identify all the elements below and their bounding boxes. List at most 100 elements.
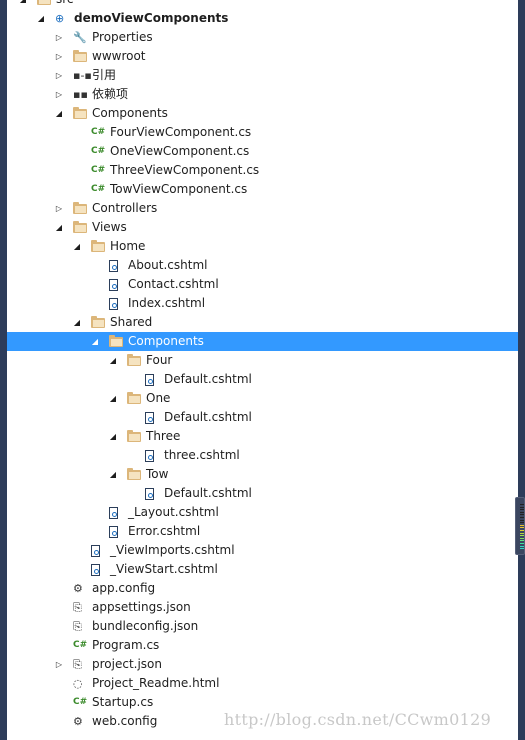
collapse-arrow-icon[interactable]: ◢ bbox=[36, 9, 46, 28]
tree-item-label: _Layout.cshtml bbox=[128, 505, 219, 519]
tree-item[interactable]: ◢ Four bbox=[7, 351, 518, 370]
expand-arrow-icon[interactable]: ▷ bbox=[54, 199, 64, 218]
tree-item-label: Views bbox=[92, 220, 127, 234]
scrollbar-map-mark bbox=[520, 535, 524, 537]
tree-item[interactable]: ◢ Shared bbox=[7, 313, 518, 332]
tree-item-label: bundleconfig.json bbox=[92, 619, 199, 633]
collapse-arrow-icon[interactable]: ◢ bbox=[90, 332, 100, 351]
tree-item[interactable]: _ViewImports.cshtml bbox=[7, 541, 518, 560]
tree-item-label: Default.cshtml bbox=[164, 372, 252, 386]
collapse-arrow-icon[interactable]: ◢ bbox=[54, 218, 64, 237]
collapse-arrow-icon[interactable]: ◢ bbox=[108, 351, 118, 370]
folder-icon bbox=[109, 335, 123, 347]
scrollbar-thumb[interactable] bbox=[515, 497, 525, 555]
tree-item-label: wwwroot bbox=[92, 49, 146, 63]
tree-item[interactable]: ▷ Controllers bbox=[7, 199, 518, 218]
window-frame-left bbox=[0, 0, 7, 740]
tree-item-label: Default.cshtml bbox=[164, 486, 252, 500]
folder-icon bbox=[73, 202, 87, 214]
collapse-arrow-icon[interactable]: ◢ bbox=[72, 313, 82, 332]
tree-item[interactable]: Default.cshtml bbox=[7, 408, 518, 427]
tree-item[interactable]: ◢ Three bbox=[7, 427, 518, 446]
tree-item[interactable]: ◌ Project_Readme.html bbox=[7, 674, 518, 693]
razor-file-icon bbox=[145, 412, 154, 424]
tree-item[interactable]: Error.cshtml bbox=[7, 522, 518, 541]
folder-icon bbox=[73, 221, 87, 233]
scrollbar-map-mark bbox=[520, 519, 524, 521]
tree-item[interactable]: C# OneViewComponent.cs bbox=[7, 142, 518, 161]
tree-item[interactable]: ◢ ⊕ demoViewComponents bbox=[7, 9, 518, 28]
tree-item-label: web.config bbox=[92, 714, 158, 728]
solution-explorer-tree[interactable]: ◢ src ◢ ⊕ demoViewComponents ▷ 🔧 Properties ▷ www… bbox=[7, 0, 518, 731]
tree-item[interactable]: ◢ src bbox=[7, 0, 518, 9]
tree-item[interactable]: ▷ ▪-▪ 引用 bbox=[7, 66, 518, 85]
scrollbar-map-mark bbox=[520, 522, 524, 524]
csharp-file-icon: C# bbox=[91, 165, 106, 175]
collapse-arrow-icon[interactable]: ◢ bbox=[72, 237, 82, 256]
watermark: http://blog.csdn.net/CCwm0129 bbox=[224, 710, 492, 729]
tree-item[interactable]: ▷ wwwroot bbox=[7, 47, 518, 66]
tree-item[interactable]: About.cshtml bbox=[7, 256, 518, 275]
collapse-arrow-icon[interactable]: ◢ bbox=[54, 104, 64, 123]
collapse-arrow-icon[interactable]: ◢ bbox=[108, 427, 118, 446]
folder-icon bbox=[127, 468, 141, 480]
scrollbar-map-mark bbox=[520, 543, 524, 544]
tree-item-label: FourViewComponent.cs bbox=[110, 125, 252, 139]
tree-item[interactable]: ⎘ appsettings.json bbox=[7, 598, 518, 617]
tree-item-label: OneViewComponent.cs bbox=[110, 144, 250, 158]
wrench-icon: 🔧 bbox=[73, 31, 87, 44]
tree-item[interactable]: ◢ Home bbox=[7, 237, 518, 256]
scrollbar-map-mark bbox=[520, 514, 524, 516]
tree-item[interactable]: _Layout.cshtml bbox=[7, 503, 518, 522]
expand-arrow-icon[interactable]: ▷ bbox=[54, 66, 64, 85]
folder-icon bbox=[127, 354, 141, 366]
tree-item[interactable]: Default.cshtml bbox=[7, 370, 518, 389]
tree-item[interactable]: Contact.cshtml bbox=[7, 275, 518, 294]
tree-item[interactable]: C# TowViewComponent.cs bbox=[7, 180, 518, 199]
html-file-icon: ◌ bbox=[73, 677, 83, 690]
globe-folder-icon bbox=[73, 50, 87, 62]
tree-item-label: Home bbox=[110, 239, 146, 253]
folder-icon bbox=[127, 430, 141, 442]
tree-item-label: 引用 bbox=[92, 68, 117, 82]
tree-item[interactable]: ◢ One bbox=[7, 389, 518, 408]
scrollbar-map-mark bbox=[520, 537, 524, 539]
tree-item[interactable]: ◢ Components bbox=[7, 104, 518, 123]
config-file-icon: ⚙ bbox=[73, 582, 83, 595]
tree-item[interactable]: ▷ ⎘ project.json bbox=[7, 655, 518, 674]
collapse-arrow-icon[interactable]: ◢ bbox=[108, 465, 118, 484]
expand-arrow-icon[interactable]: ▷ bbox=[54, 85, 64, 104]
tree-item-label: three.cshtml bbox=[164, 448, 240, 462]
collapse-arrow-icon[interactable]: ◢ bbox=[108, 389, 118, 408]
tree-item[interactable]: C# FourViewComponent.cs bbox=[7, 123, 518, 142]
csharp-file-icon: C# bbox=[73, 640, 88, 650]
expand-arrow-icon[interactable]: ▷ bbox=[54, 47, 64, 66]
razor-file-icon bbox=[109, 298, 118, 310]
scrollbar-map-mark bbox=[520, 545, 524, 547]
tree-item[interactable]: ⚙ app.config bbox=[7, 579, 518, 598]
tree-item[interactable]: C# ThreeViewComponent.cs bbox=[7, 161, 518, 180]
csharp-file-icon: C# bbox=[91, 127, 106, 137]
tree-item[interactable]: Default.cshtml bbox=[7, 484, 518, 503]
tree-item-label: appsettings.json bbox=[92, 600, 191, 614]
tree-item[interactable]: ◢ Components bbox=[7, 332, 518, 351]
razor-file-icon bbox=[91, 545, 100, 557]
razor-file-icon bbox=[145, 488, 154, 500]
tree-item[interactable]: _ViewStart.cshtml bbox=[7, 560, 518, 579]
expand-arrow-icon[interactable]: ▷ bbox=[54, 28, 64, 47]
collapse-arrow-icon[interactable]: ◢ bbox=[18, 0, 28, 9]
tree-item[interactable]: Index.cshtml bbox=[7, 294, 518, 313]
tree-item[interactable]: ▷ ▪▪ 依赖项 bbox=[7, 85, 518, 104]
tree-item[interactable]: ◢ Tow bbox=[7, 465, 518, 484]
tree-item[interactable]: ▷ 🔧 Properties bbox=[7, 28, 518, 47]
dependencies-icon: ▪▪ bbox=[73, 88, 88, 101]
tree-item-label: Three bbox=[146, 429, 181, 443]
tree-item[interactable]: C# Program.cs bbox=[7, 636, 518, 655]
tree-item-label: Components bbox=[92, 106, 168, 120]
vertical-scrollbar-track[interactable] bbox=[518, 0, 525, 740]
tree-item-label: Index.cshtml bbox=[128, 296, 206, 310]
tree-item[interactable]: ◢ Views bbox=[7, 218, 518, 237]
tree-item[interactable]: three.cshtml bbox=[7, 446, 518, 465]
expand-arrow-icon[interactable]: ▷ bbox=[54, 655, 64, 674]
tree-item[interactable]: ⎘ bundleconfig.json bbox=[7, 617, 518, 636]
